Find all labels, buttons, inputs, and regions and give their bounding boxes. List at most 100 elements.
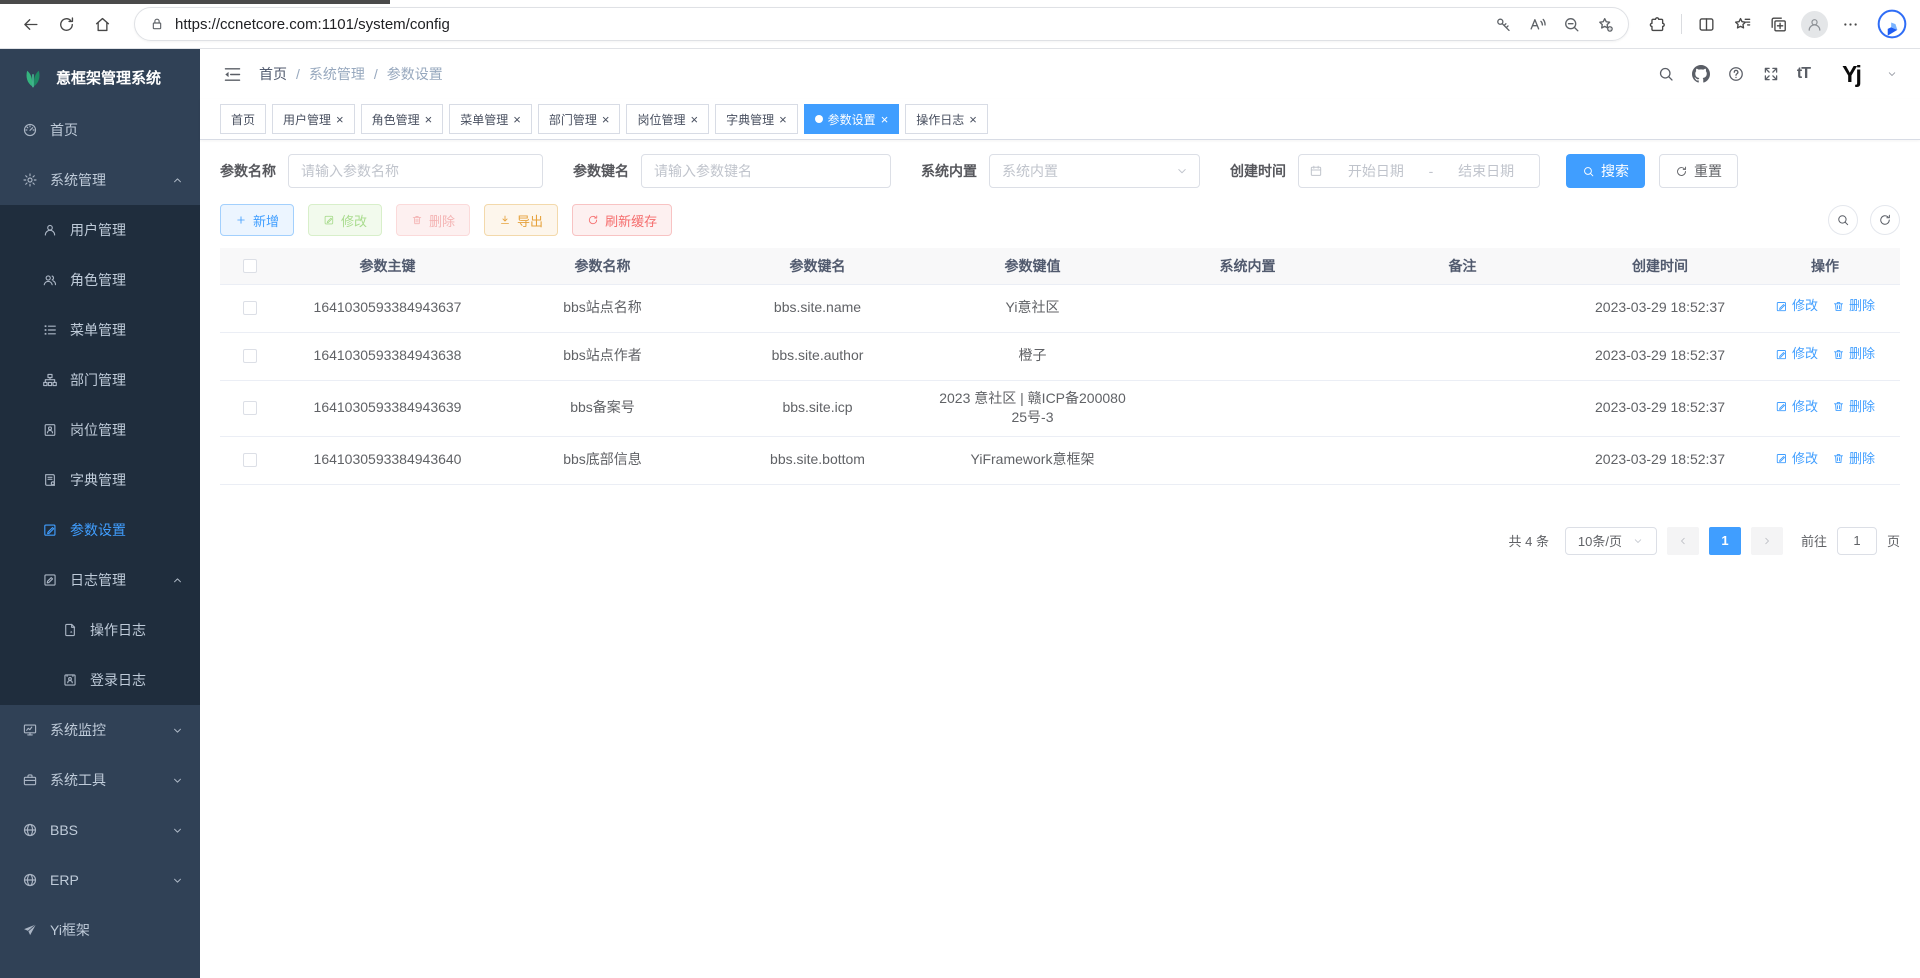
sidebar-item-system-monitor[interactable]: 系统监控 (0, 705, 200, 755)
sidebar-item-login-log[interactable]: 登录日志 (0, 655, 200, 705)
sidebar-item-user-mgmt[interactable]: 用户管理 (0, 205, 200, 255)
breadcrumb-system[interactable]: 系统管理 (309, 64, 365, 84)
row-checkbox[interactable] (243, 349, 257, 363)
tab-user-mgmt[interactable]: 用户管理× (272, 104, 355, 134)
tab-operation-log[interactable]: 操作日志× (905, 104, 988, 134)
browser-profile-button[interactable] (1796, 7, 1832, 41)
help-icon[interactable] (1727, 65, 1745, 83)
row-delete-link[interactable]: 删除 (1832, 450, 1875, 468)
edit-button[interactable]: 修改 (308, 204, 382, 236)
builtin-select[interactable]: 系统内置 (989, 154, 1200, 188)
breadcrumb-home[interactable]: 首页 (259, 64, 287, 84)
row-checkbox[interactable] (243, 453, 257, 467)
collections-button[interactable] (1760, 7, 1796, 41)
browser-home-button[interactable] (84, 7, 120, 41)
url-text[interactable]: https://ccnetcore.com:1101/system/config (175, 16, 450, 33)
date-range-picker[interactable]: 开始日期 - 结束日期 (1298, 154, 1540, 188)
row-edit-link[interactable]: 修改 (1775, 345, 1818, 363)
browser-more-button[interactable] (1832, 7, 1868, 41)
refresh-cache-button[interactable]: 刷新缓存 (572, 204, 672, 236)
end-date-placeholder[interactable]: 结束日期 (1443, 161, 1529, 181)
param-name-input[interactable] (288, 154, 543, 188)
password-button[interactable] (1486, 9, 1520, 39)
user-avatar-logo[interactable]: Yj (1833, 57, 1869, 91)
sidebar-item-yi-framework[interactable]: Yi框架 (0, 905, 200, 955)
row-edit-label: 修改 (1792, 345, 1818, 363)
sidebar-item-role-mgmt[interactable]: 角色管理 (0, 255, 200, 305)
row-edit-link[interactable]: 修改 (1775, 398, 1818, 416)
sidebar-item-system-mgmt[interactable]: 系统管理 (0, 155, 200, 205)
close-tab-icon[interactable]: × (425, 113, 433, 126)
start-date-placeholder[interactable]: 开始日期 (1333, 161, 1419, 181)
edit-pencil-icon (1775, 400, 1788, 413)
show-search-button[interactable] (1828, 205, 1858, 235)
refresh-table-button[interactable] (1870, 205, 1900, 235)
tab-param-config[interactable]: 参数设置× (804, 104, 900, 134)
reset-button[interactable]: 重置 (1659, 154, 1738, 188)
goto-page-input[interactable] (1837, 527, 1877, 555)
search-icon[interactable] (1657, 65, 1675, 83)
tab-post-mgmt[interactable]: 岗位管理× (626, 104, 709, 134)
sidebar-item-param-config[interactable]: 参数设置 (0, 505, 200, 555)
export-button[interactable]: 导出 (484, 204, 558, 236)
close-tab-icon[interactable]: × (602, 113, 610, 126)
table-row: 1641030593384943637bbs站点名称bbs.site.nameY… (220, 284, 1900, 332)
tab-role-mgmt[interactable]: 角色管理× (361, 104, 444, 134)
tab-dept-mgmt[interactable]: 部门管理× (538, 104, 621, 134)
favorites-button[interactable] (1724, 7, 1760, 41)
row-edit-link[interactable]: 修改 (1775, 297, 1818, 315)
extensions-button[interactable] (1639, 7, 1675, 41)
add-button[interactable]: 新增 (220, 204, 294, 236)
bing-chat-button[interactable] (1874, 6, 1910, 42)
github-icon[interactable] (1692, 65, 1710, 83)
row-delete-link[interactable]: 删除 (1832, 345, 1875, 363)
select-all-checkbox[interactable] (243, 259, 257, 273)
sidebar-item-system-tools[interactable]: 系统工具 (0, 755, 200, 805)
app-logo[interactable]: 意框架管理系统 (0, 49, 200, 105)
row-checkbox[interactable] (243, 301, 257, 315)
bing-icon (1876, 8, 1908, 40)
close-tab-icon[interactable]: × (969, 113, 977, 126)
tab-menu-mgmt[interactable]: 菜单管理× (449, 104, 532, 134)
tab-dict-mgmt[interactable]: 字典管理× (715, 104, 798, 134)
delete-button[interactable]: 删除 (396, 204, 470, 236)
next-page-button[interactable] (1751, 527, 1783, 555)
browser-back-button[interactable] (12, 7, 48, 41)
sidebar-item-bbs[interactable]: BBS (0, 805, 200, 855)
address-bar[interactable]: https://ccnetcore.com:1101/system/config (134, 7, 1629, 41)
browser-refresh-button[interactable] (48, 7, 84, 41)
close-tab-icon[interactable]: × (513, 113, 521, 126)
prev-page-button[interactable] (1667, 527, 1699, 555)
zoom-out-button[interactable] (1554, 9, 1588, 39)
add-favorite-button[interactable] (1588, 9, 1622, 39)
sidebar-item-label: 角色管理 (70, 270, 126, 290)
row-delete-label: 删除 (1849, 345, 1875, 363)
close-tab-icon[interactable]: × (779, 113, 787, 126)
close-tab-icon[interactable]: × (336, 113, 344, 126)
row-checkbox[interactable] (243, 401, 257, 415)
sidebar-item-operation-log[interactable]: 操作日志 (0, 605, 200, 655)
sidebar-fold-icon[interactable] (222, 64, 243, 85)
row-edit-link[interactable]: 修改 (1775, 450, 1818, 468)
tab-home[interactable]: 首页 (220, 104, 266, 134)
page-1-button[interactable]: 1 (1709, 527, 1741, 555)
sidebar-item-log-mgmt[interactable]: 日志管理 (0, 555, 200, 605)
param-key-input[interactable] (641, 154, 891, 188)
page-size-select[interactable]: 10条/页 (1565, 527, 1657, 555)
sidebar-item-post-mgmt[interactable]: 岗位管理 (0, 405, 200, 455)
fullscreen-icon[interactable] (1762, 65, 1780, 83)
chevron-down-icon[interactable] (1886, 68, 1898, 80)
sidebar-item-dict-mgmt[interactable]: 字典管理 (0, 455, 200, 505)
read-aloud-button[interactable] (1520, 9, 1554, 39)
sidebar-item-home[interactable]: 首页 (0, 105, 200, 155)
font-size-icon[interactable]: tT (1797, 65, 1810, 83)
row-delete-link[interactable]: 删除 (1832, 398, 1875, 416)
sidebar-item-menu-mgmt[interactable]: 菜单管理 (0, 305, 200, 355)
split-screen-button[interactable] (1688, 7, 1724, 41)
sidebar-item-erp[interactable]: ERP (0, 855, 200, 905)
row-delete-link[interactable]: 删除 (1832, 297, 1875, 315)
close-tab-icon[interactable]: × (690, 113, 698, 126)
sidebar-item-dept-mgmt[interactable]: 部门管理 (0, 355, 200, 405)
close-tab-icon[interactable]: × (881, 113, 889, 126)
search-button[interactable]: 搜索 (1566, 154, 1645, 188)
